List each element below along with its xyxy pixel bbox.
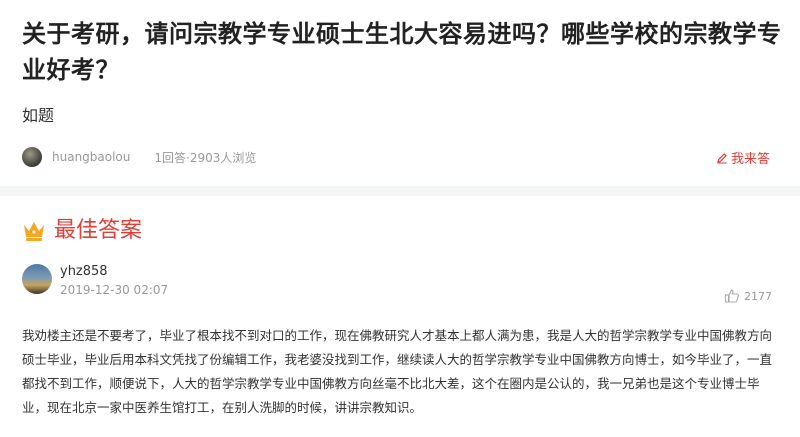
question-title: 关于考研，请问宗教学专业硕士生北大容易进吗？哪些学校的宗教学专业好考？ (22, 20, 782, 84)
asker-avatar[interactable] (22, 147, 42, 167)
answer-author: yhz858 2019-12-30 02:07 (22, 264, 168, 298)
author-avatar[interactable] (22, 264, 52, 294)
question-description: 如题 (22, 106, 55, 125)
asker-name[interactable]: huangbaolou (52, 150, 130, 164)
best-answer-card: 最佳答案 yhz858 2019-12-30 02:07 2177 我劝楼主还是… (0, 196, 800, 437)
question-meta: huangbaolou 1回答·2903人浏览 (22, 146, 256, 168)
best-answer-title: 最佳答案 (54, 218, 143, 243)
answer-date: 2019-12-30 02:07 (60, 283, 169, 297)
question-stats: 1回答·2903人浏览 (154, 150, 257, 165)
crown-icon (24, 222, 44, 241)
answer-button-label: 我来答 (730, 152, 770, 167)
pencil-icon (717, 152, 727, 163)
author-name[interactable]: yhz858 (60, 264, 168, 280)
thumbs-up-icon (724, 289, 739, 303)
like-count: 2177 (744, 289, 772, 303)
best-answer-header: 最佳答案 (22, 216, 142, 246)
question-card: 关于考研，请问宗教学专业硕士生北大容易进吗？哪些学校的宗教学专业好考？ 如题 h… (0, 0, 800, 186)
answer-body: 我劝楼主还是不要考了，毕业了根本找不到对口的工作，现在佛教研究人才基本上都人满为… (22, 328, 773, 415)
like-button[interactable]: 2177 (724, 288, 772, 304)
author-info: yhz858 2019-12-30 02:07 (60, 264, 168, 298)
answer-button[interactable]: 我来答 (716, 148, 770, 167)
